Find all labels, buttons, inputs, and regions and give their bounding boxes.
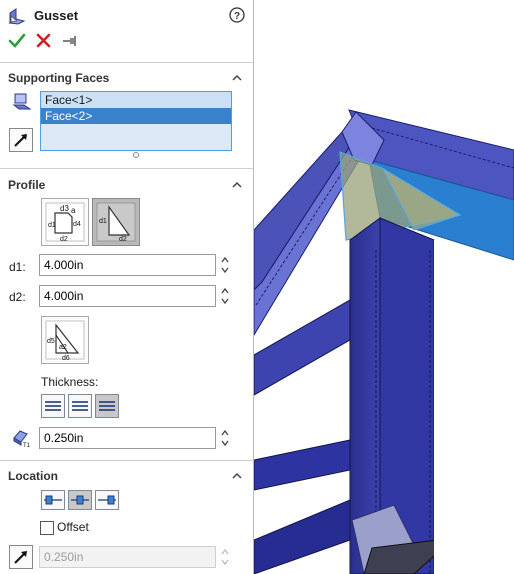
- dim-label: d6: [62, 355, 70, 362]
- chamfer-button[interactable]: d5 a2 d6: [41, 316, 89, 364]
- thickness-label: Thickness:: [41, 375, 99, 389]
- profile-polygonal-button[interactable]: d3 a d1 d4 d2: [41, 198, 89, 246]
- dim-label: d4: [73, 221, 81, 228]
- thickness-icon: [45, 401, 61, 411]
- action-row: [8, 32, 208, 52]
- location-icon: [71, 495, 89, 505]
- dim-label: d1: [99, 218, 107, 225]
- title-row: Gusset ?: [8, 6, 247, 26]
- profile-header[interactable]: Profile: [8, 176, 245, 194]
- dim-label: d2: [119, 236, 127, 243]
- thickness-icon: [99, 401, 115, 411]
- divider: [0, 168, 253, 169]
- chevron-up-icon[interactable]: [231, 72, 243, 84]
- profile-triangular-button[interactable]: d1 d2: [92, 198, 140, 246]
- graphics-viewport[interactable]: [254, 0, 514, 574]
- d1-spinner[interactable]: [220, 254, 230, 276]
- d1-input[interactable]: [39, 254, 216, 276]
- chamfer-icon: d5 a2 d6: [45, 320, 85, 362]
- arrow-icon: [14, 551, 27, 564]
- divider: [0, 62, 253, 63]
- dim-label: d1: [48, 222, 56, 229]
- offset-checkbox[interactable]: [40, 521, 54, 535]
- dim-label: d2: [60, 236, 68, 243]
- dim-label: a: [71, 206, 76, 215]
- property-manager-panel: Gusset ? Supporting Faces Face<1> Face<2…: [0, 0, 254, 574]
- thickness-other-side-button[interactable]: [95, 394, 119, 418]
- location-header[interactable]: Location: [8, 467, 245, 485]
- thickness-one-side-button[interactable]: [41, 394, 65, 418]
- supporting-faces-header[interactable]: Supporting Faces: [8, 69, 245, 87]
- d2-spinner[interactable]: [220, 285, 230, 307]
- divider: [0, 460, 253, 461]
- offset-direction-button[interactable]: [9, 545, 33, 569]
- resize-grip[interactable]: [133, 152, 139, 158]
- thickness-input[interactable]: [39, 427, 216, 449]
- location-icon: [98, 495, 116, 505]
- reverse-direction-button[interactable]: [9, 128, 33, 152]
- dim-label: a2: [59, 344, 67, 351]
- arrow-icon: [14, 134, 27, 147]
- chevron-up-icon[interactable]: [231, 470, 243, 482]
- thickness-value-icon: T1: [13, 430, 31, 448]
- list-item[interactable]: Face<1>: [41, 92, 231, 108]
- dim-label: d5: [47, 338, 55, 345]
- d2-input[interactable]: [39, 285, 216, 307]
- location-mid-button[interactable]: [68, 490, 92, 510]
- pushpin-icon[interactable]: [61, 32, 79, 50]
- feature-title: Gusset: [34, 8, 79, 23]
- frame-model-view: [254, 109, 514, 574]
- svg-text:T1: T1: [23, 443, 31, 448]
- location-start-button[interactable]: [41, 490, 65, 510]
- triangular-profile-icon: d1 d2: [96, 202, 136, 243]
- gusset-icon: [8, 8, 26, 25]
- location-end-button[interactable]: [95, 490, 119, 510]
- dim-label: d3: [60, 204, 69, 213]
- supporting-faces-list[interactable]: Face<1> Face<2>: [40, 91, 232, 151]
- section-title: Profile: [8, 178, 46, 192]
- offset-spinner[interactable]: [220, 546, 230, 568]
- section-title: Location: [8, 469, 58, 483]
- ok-button[interactable]: [8, 32, 26, 50]
- d1-label: d1:: [9, 260, 26, 274]
- location-icon: [44, 495, 62, 505]
- thickness-both-sides-button[interactable]: [68, 394, 92, 418]
- offset-label: Offset: [57, 520, 89, 534]
- face-selection-icon: [12, 93, 32, 110]
- thickness-icon: [72, 401, 88, 411]
- polygonal-profile-icon: d3 a d1 d4 d2: [45, 202, 85, 243]
- help-icon[interactable]: ?: [229, 7, 245, 23]
- chevron-up-icon[interactable]: [231, 179, 243, 191]
- cancel-button[interactable]: [35, 32, 53, 50]
- offset-input[interactable]: [39, 546, 216, 568]
- thickness-spinner[interactable]: [220, 427, 230, 449]
- d2-label: d2:: [9, 290, 26, 304]
- svg-text:?: ?: [234, 11, 240, 22]
- list-item[interactable]: Face<2>: [41, 108, 231, 124]
- section-title: Supporting Faces: [8, 71, 110, 85]
